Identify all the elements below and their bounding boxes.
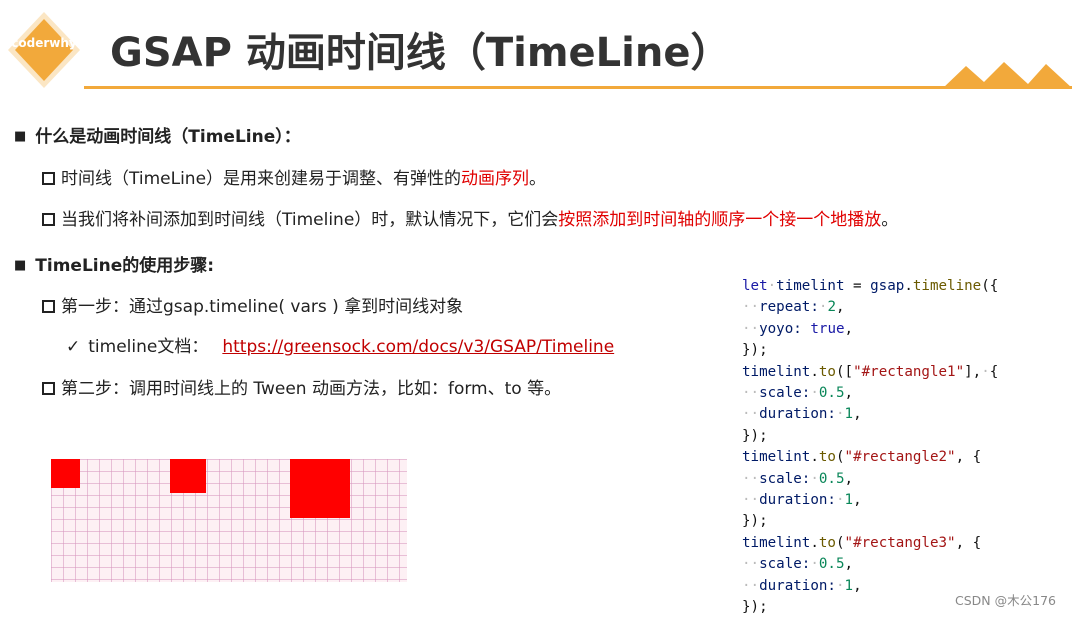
logo-text: coderwhy [11,36,77,50]
mountains-decoration [942,62,1072,89]
highlight-play-order: 按照添加到时间轴的顺序一个接一个地播放 [558,210,882,230]
bullet-timeline-definition: 时间线（TimeLine）是用来创建易于调整、有弹性的动画序列。 [42,164,546,189]
coderwhy-logo [8,12,80,88]
square-bullet-icon [42,300,55,313]
header-divider [84,86,1072,89]
csdn-watermark: CSDN @木公176 [955,593,1056,608]
square-bullet-icon [42,172,55,185]
checkmark-icon: ✓ [66,337,81,357]
rectangle-2 [170,459,206,493]
page-title: GSAP 动画时间线（TimeLine） [110,30,731,76]
square-bullet-icon [42,382,55,395]
bullet-step-one: 第一步：通过gsap.timeline( vars ) 拿到时间线对象 [42,292,463,317]
square-bullet-icon [42,213,55,226]
rectangle-3 [290,459,350,518]
rectangle-1 [51,459,80,488]
bullet-step-two: 第二步：调用时间线上的 Tween 动画方法，比如：form、to 等。 [42,374,561,399]
code-block: let·timelint = gsap.timeline({ ··repeat:… [742,278,999,616]
animation-demo-grid [51,459,407,582]
section-heading-what-is-timeline: 什么是动画时间线（TimeLine）： [14,122,300,147]
bullet-default-order: 当我们将补间添加到时间线（Timeline）时，默认情况下，它们会按照添加到时间… [42,205,898,230]
timeline-docs-link[interactable]: https://greensock.com/docs/v3/GSAP/Timel… [222,337,614,357]
section-heading-usage-steps: TimeLine的使用步骤: [14,251,214,276]
highlight-animation-sequence: 动画序列 [461,169,530,189]
bullet-timeline-docs: ✓ timeline文档： https://greensock.com/docs/v… [66,337,615,357]
